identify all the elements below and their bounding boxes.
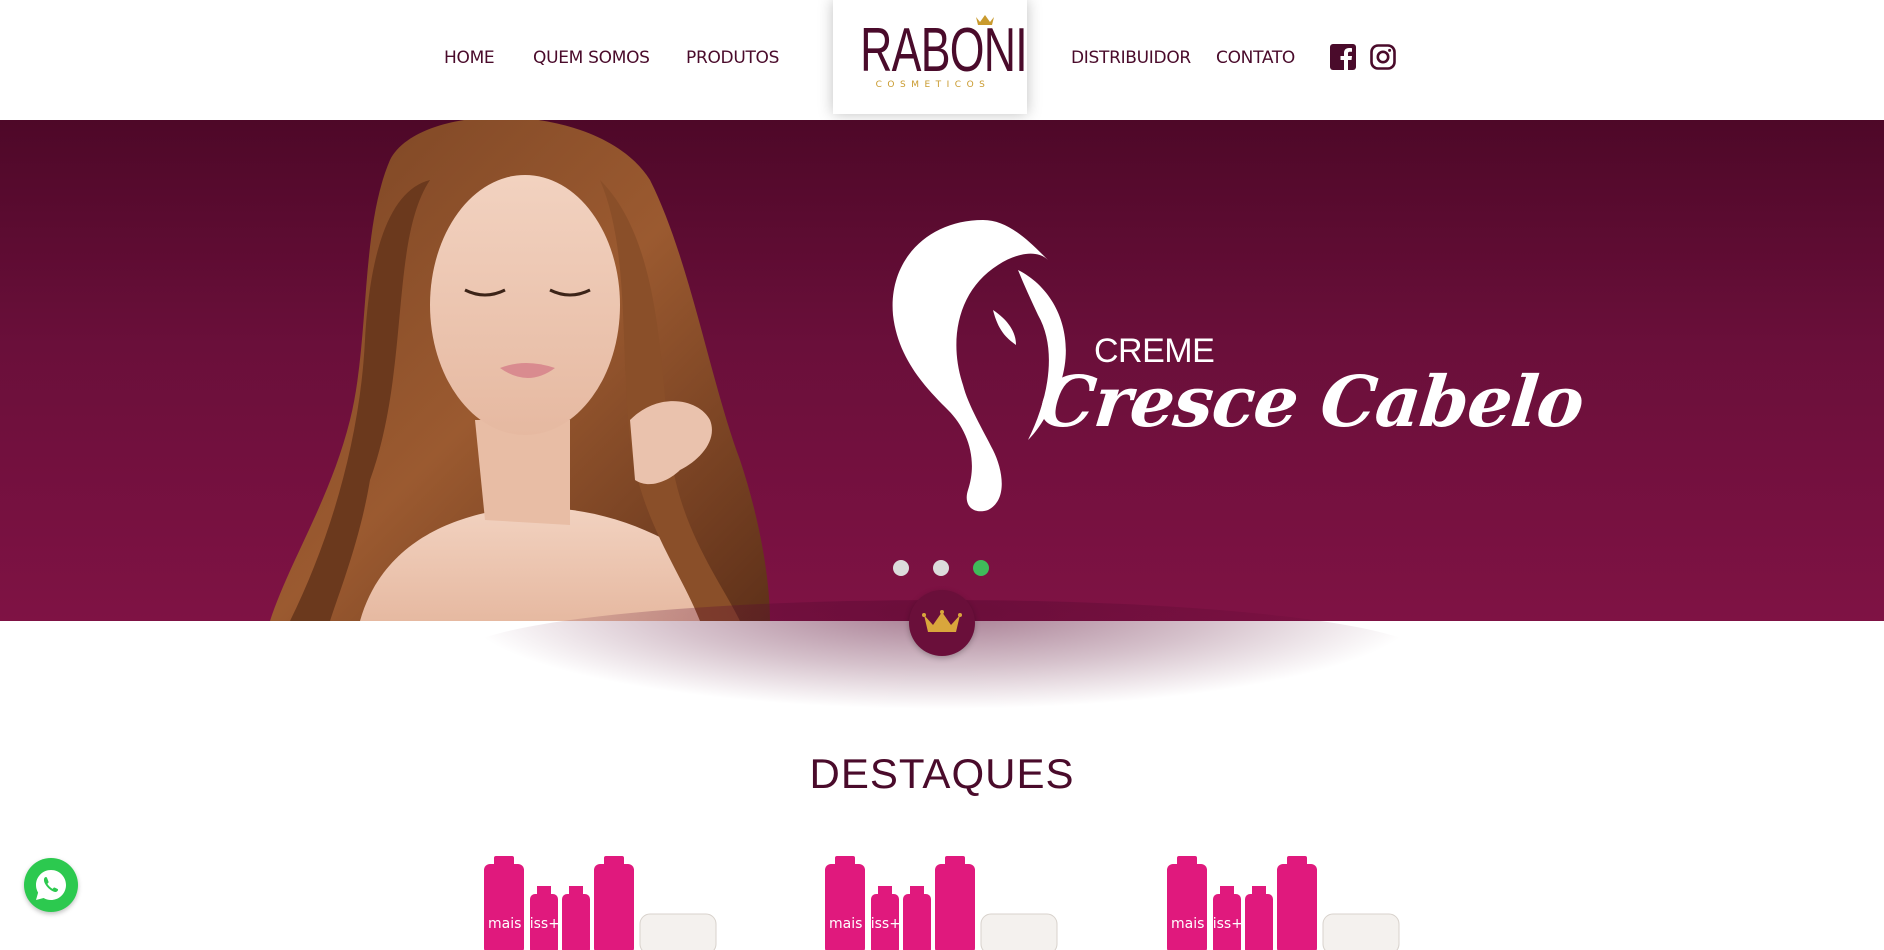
site-logo[interactable]: RABONI COSMETICOS xyxy=(833,0,1028,114)
whatsapp-button[interactable] xyxy=(24,858,78,912)
hero-slider[interactable]: CREME Cresce Cabelo xyxy=(0,120,1884,621)
instagram-icon[interactable] xyxy=(1370,44,1396,70)
nav-contato[interactable]: CONTATO xyxy=(1216,48,1295,68)
product-label: mais liss+ xyxy=(488,916,560,932)
facebook-icon[interactable] xyxy=(1330,44,1356,70)
whatsapp-icon xyxy=(36,870,66,900)
slider-dot-1[interactable] xyxy=(893,560,909,576)
nav-produtos[interactable]: PRODUTOS xyxy=(686,48,779,68)
nav-quem-somos[interactable]: QUEM SOMOS xyxy=(533,48,650,68)
logo-subtitle: COSMETICOS xyxy=(875,80,991,90)
product-card-2[interactable]: mais liss+ xyxy=(821,856,1081,950)
crown-icon xyxy=(976,15,994,25)
product-card-1[interactable]: mais liss+ xyxy=(480,856,740,950)
product-label: mais liss+ xyxy=(829,916,901,932)
hero-model-image xyxy=(270,120,770,621)
product-label: mais liss+ xyxy=(1171,916,1243,932)
product-card-3[interactable]: mais liss+ xyxy=(1163,856,1423,950)
logo-wordmark: RABONI xyxy=(860,16,1028,85)
nav-home[interactable]: HOME xyxy=(444,48,495,68)
site-header: HOME QUEM SOMOS PRODUTOS RABONI COSMETIC… xyxy=(0,0,1884,120)
slider-dot-3[interactable] xyxy=(973,560,989,576)
crown-badge xyxy=(909,590,975,656)
slider-dot-2[interactable] xyxy=(933,560,949,576)
nav-distribuidor[interactable]: DISTRIBUIDOR xyxy=(1071,48,1191,68)
section-title-destaques: DESTAQUES xyxy=(809,750,1075,797)
crown-icon xyxy=(922,610,962,632)
hero-title: Cresce Cabelo xyxy=(1035,360,1588,443)
